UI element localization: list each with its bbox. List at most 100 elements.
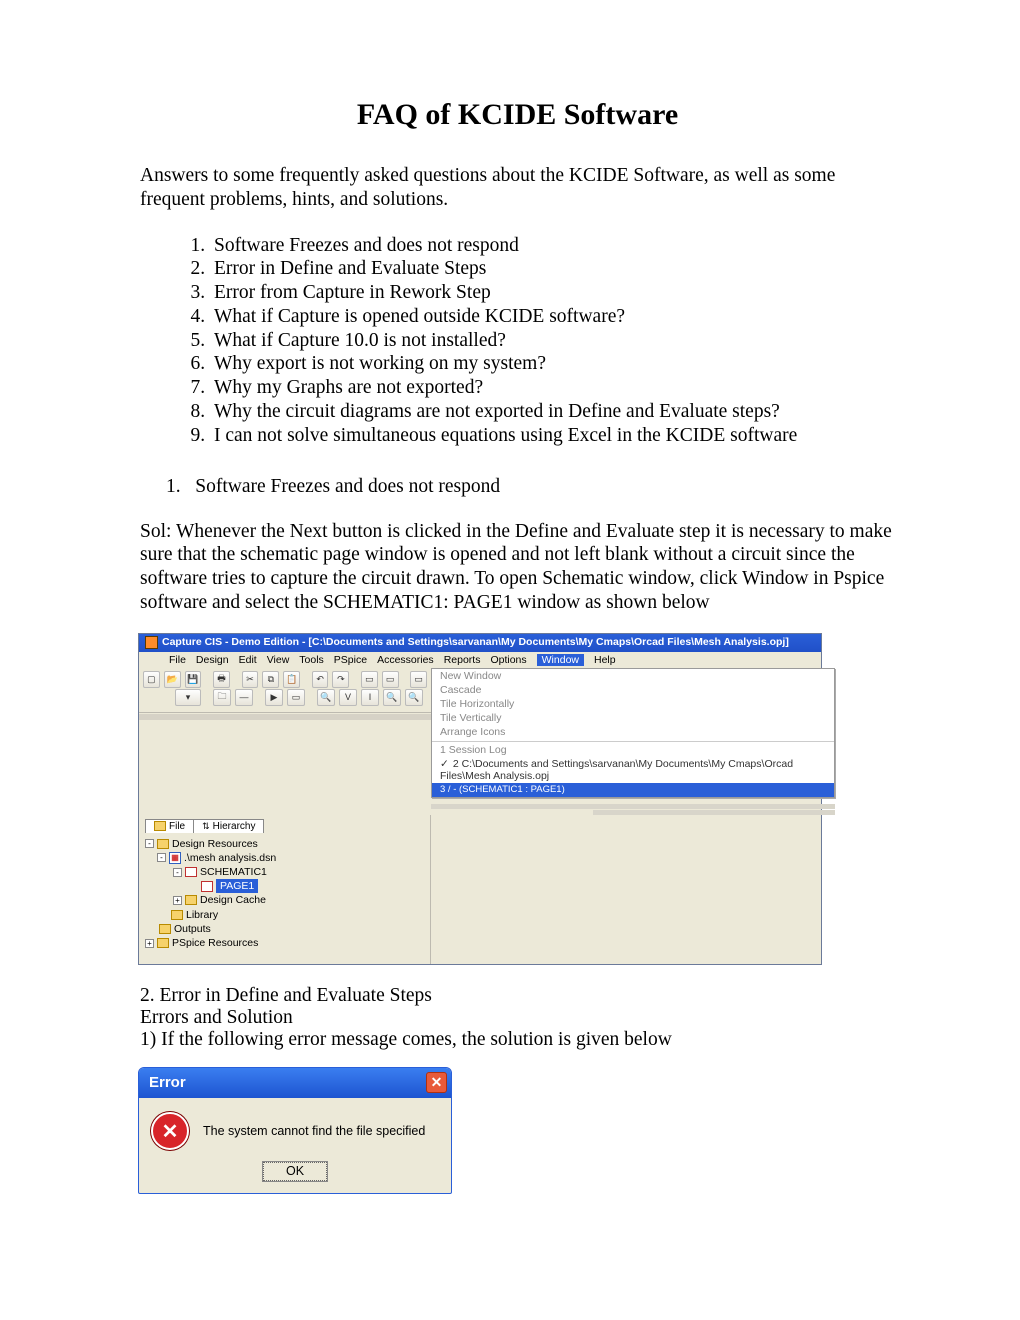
tb-undo-icon[interactable]: ↶ xyxy=(312,671,329,688)
faq-item: What if Capture 10.0 is not installed? xyxy=(210,329,895,353)
tree-dsn[interactable]: .\mesh analysis.dsn xyxy=(184,851,276,865)
tree-pspice[interactable]: PSpice Resources xyxy=(172,936,258,950)
tb-paste-icon[interactable]: 📋 xyxy=(283,671,300,688)
tb-cut-icon[interactable]: ✂ xyxy=(242,671,259,688)
menu-options[interactable]: Options xyxy=(490,654,526,666)
tb-dropdown-icon[interactable]: ▾ xyxy=(175,689,201,706)
tb-misc-icon[interactable]: ▭ xyxy=(361,671,378,688)
tb-open-icon[interactable]: 📂 xyxy=(164,671,181,688)
q1-number: 1. xyxy=(166,476,181,497)
tree-cache[interactable]: Design Cache xyxy=(200,893,266,907)
window-menu-arrange[interactable]: Arrange Icons xyxy=(432,725,834,739)
q2-line: 1) If the following error message comes,… xyxy=(140,1029,895,1051)
capture-menubar: File Design Edit View Tools PSpice Acces… xyxy=(139,652,821,668)
folder-icon xyxy=(157,839,169,849)
menu-window[interactable]: Window xyxy=(537,654,584,666)
menu-accessories[interactable]: Accessories xyxy=(377,654,434,666)
ok-button[interactable]: OK xyxy=(263,1162,327,1181)
window-menu-tile-v[interactable]: Tile Vertically xyxy=(432,711,834,725)
faq-item: Error in Define and Evaluate Steps xyxy=(210,257,895,281)
folder-icon xyxy=(185,895,197,905)
tb-zoom-icon[interactable]: 🔍 xyxy=(405,689,423,706)
tb-misc-icon[interactable]: ▭ xyxy=(410,671,427,688)
collapse-icon[interactable]: - xyxy=(157,853,166,862)
tb-misc-icon[interactable]: I xyxy=(361,689,379,706)
capture-window: Capture CIS - Demo Edition - [C:\Documen… xyxy=(138,633,822,965)
tb-folder-icon[interactable]: 🗀 xyxy=(213,689,231,706)
error-icon: ✕ xyxy=(151,1112,189,1150)
menu-reports[interactable]: Reports xyxy=(444,654,481,666)
faq-item: Why export is not working on my system? xyxy=(210,352,895,376)
app-icon xyxy=(145,636,158,649)
tb-print-icon[interactable]: 🖶 xyxy=(213,671,230,688)
folder-icon xyxy=(171,910,183,920)
q1-solution: Sol: Whenever the Next button is clicked… xyxy=(140,520,895,615)
faq-list: Software Freezes and does not respond Er… xyxy=(140,234,895,448)
collapse-icon[interactable]: - xyxy=(145,839,154,848)
project-tree-panel: File ⇅ Hierarchy -Design Resources -▦.\m… xyxy=(139,815,431,964)
folder-icon xyxy=(154,821,166,831)
tree-library[interactable]: Library xyxy=(186,908,218,922)
menu-tools[interactable]: Tools xyxy=(299,654,324,666)
folder-icon xyxy=(159,924,171,934)
tree-design-resources[interactable]: Design Resources xyxy=(172,837,258,851)
tb-new-icon[interactable]: ▢ xyxy=(143,671,160,688)
q1-heading: 1. Software Freezes and does not respond xyxy=(140,476,895,498)
window-menu-doc2[interactable]: 2 C:\Documents and Settings\sarvanan\My … xyxy=(432,757,834,783)
tree-schematic[interactable]: SCHEMATIC1 xyxy=(200,865,267,879)
window-menu-new[interactable]: New Window xyxy=(432,669,834,683)
menu-design[interactable]: Design xyxy=(196,654,229,666)
tree-page-selected[interactable]: PAGE1 xyxy=(216,879,258,893)
tb-misc-icon[interactable]: V xyxy=(339,689,357,706)
tree-outputs[interactable]: Outputs xyxy=(174,922,211,936)
menu-edit[interactable]: Edit xyxy=(239,654,257,666)
folder-icon xyxy=(157,938,169,948)
faq-item: Why my Graphs are not exported? xyxy=(210,376,895,400)
tab-file-label: File xyxy=(169,821,185,832)
menu-pspice[interactable]: PSpice xyxy=(334,654,367,666)
error-message: The system cannot find the file specifie… xyxy=(203,1124,425,1138)
window-dropdown: New Window Cascade Tile Horizontally Til… xyxy=(431,668,835,798)
window-menu-tile-h[interactable]: Tile Horizontally xyxy=(432,697,834,711)
tb-misc-icon[interactable]: ▭ xyxy=(287,689,305,706)
faq-item: What if Capture is opened outside KCIDE … xyxy=(210,305,895,329)
faq-item: I can not solve simultaneous equations u… xyxy=(210,424,895,448)
tb-play-icon[interactable]: ▶ xyxy=(265,689,283,706)
capture-title-text: Capture CIS - Demo Edition - [C:\Documen… xyxy=(162,636,789,648)
hierarchy-icon: ⇅ xyxy=(202,821,210,832)
tb-zoom-icon[interactable]: 🔍 xyxy=(383,689,401,706)
q2-heading: 2. Error in Define and Evaluate Steps xyxy=(140,985,895,1007)
menu-help[interactable]: Help xyxy=(594,654,616,666)
collapse-icon[interactable]: - xyxy=(173,868,182,877)
error-titlebar: Error ✕ xyxy=(139,1068,451,1098)
tab-hierarchy-label: Hierarchy xyxy=(213,821,256,832)
close-icon[interactable]: ✕ xyxy=(426,1072,447,1093)
tab-hierarchy[interactable]: ⇅ Hierarchy xyxy=(193,819,264,833)
toolbars: ▢ 📂 💾 🖶 ✂ ⧉ 📋 ↶ ↷ ▭ ▭ xyxy=(139,668,431,713)
faq-item: Software Freezes and does not respond xyxy=(210,234,895,258)
capture-titlebar: Capture CIS - Demo Edition - [C:\Documen… xyxy=(139,634,821,652)
page-title: FAQ of KCIDE Software xyxy=(140,98,895,132)
menu-file[interactable]: File xyxy=(169,654,186,666)
window-menu-session[interactable]: 1 Session Log xyxy=(432,741,834,757)
tb-redo-icon[interactable]: ↷ xyxy=(332,671,349,688)
tb-dash-icon[interactable]: — xyxy=(235,689,253,706)
tb-copy-icon[interactable]: ⧉ xyxy=(262,671,279,688)
tb-search-icon[interactable]: 🔍 xyxy=(317,689,335,706)
window-menu-doc3[interactable]: 3 / - (SCHEMATIC1 : PAGE1) xyxy=(432,783,834,797)
intro-paragraph: Answers to some frequently asked questio… xyxy=(140,164,895,212)
faq-item: Error from Capture in Rework Step xyxy=(210,281,895,305)
expand-icon[interactable]: + xyxy=(145,939,154,948)
q2-subheading: Errors and Solution xyxy=(140,1007,895,1029)
tb-save-icon[interactable]: 💾 xyxy=(185,671,202,688)
project-tree: -Design Resources -▦.\mesh analysis.dsn … xyxy=(145,837,426,950)
tab-file[interactable]: File xyxy=(145,819,194,833)
window-menu-cascade[interactable]: Cascade xyxy=(432,683,834,697)
tb-misc-icon[interactable]: ▭ xyxy=(382,671,399,688)
menu-view[interactable]: View xyxy=(267,654,290,666)
page-icon xyxy=(201,881,213,892)
error-dialog: Error ✕ ✕ The system cannot find the fil… xyxy=(138,1067,452,1194)
schematic-folder-icon xyxy=(185,867,197,877)
expand-icon[interactable]: + xyxy=(173,896,182,905)
dsn-icon: ▦ xyxy=(169,852,181,864)
